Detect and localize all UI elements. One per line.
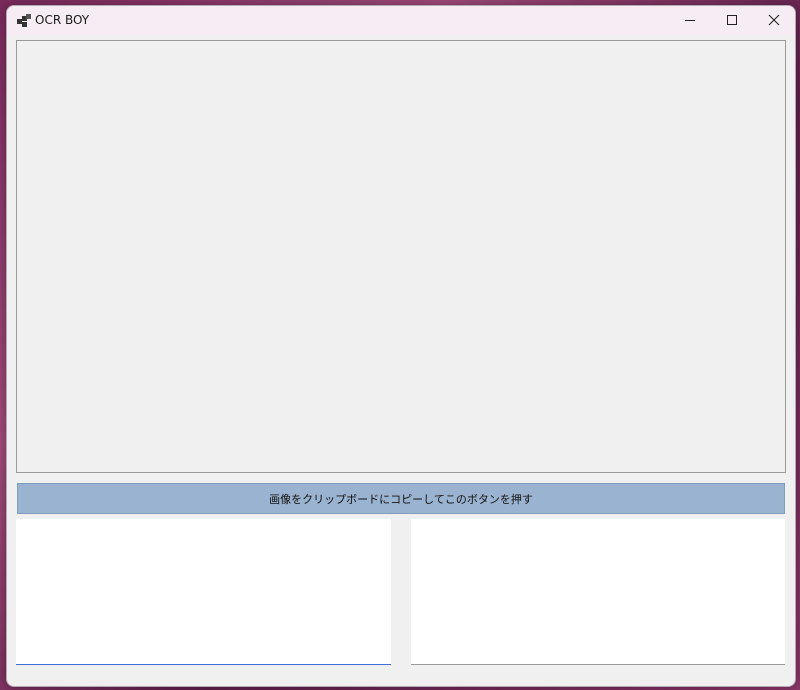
image-preview-panel [16,40,786,473]
window-title: OCR BOY [35,13,90,27]
ocr-result-textbox[interactable] [16,519,391,665]
close-button[interactable] [753,6,795,35]
minimize-button[interactable] [669,6,711,35]
title-bar[interactable]: OCR BOY [7,6,795,35]
close-icon [768,11,780,30]
maximize-icon [726,11,738,30]
app-icon [17,13,31,27]
maximize-button[interactable] [711,6,753,35]
translation-textbox[interactable] [411,519,785,665]
minimize-icon [684,11,696,30]
app-window: OCR BOY 画像をクリップボードにコピーしてこのボタンを押す [6,5,796,687]
ocr-paste-button[interactable]: 画像をクリップボードにコピーしてこのボタンを押す [17,483,785,514]
